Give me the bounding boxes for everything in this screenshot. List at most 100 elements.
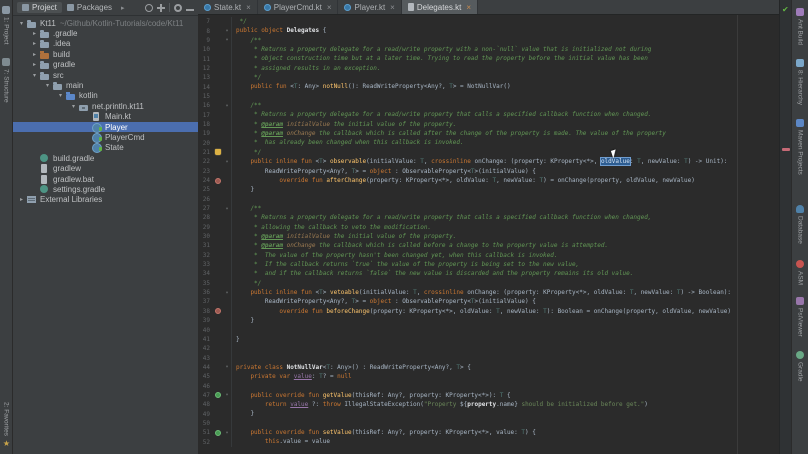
project-tree-item[interactable]: settings.gradle: [13, 184, 198, 194]
code-line[interactable]: 51▾ public override fun setValue(thisRef…: [198, 428, 779, 437]
project-tree-item[interactable]: State: [13, 143, 198, 153]
tool-window-button-asm[interactable]: ASM: [796, 258, 804, 287]
code-area[interactable]: 7 */8▾public object Delegates {9▾ /**10 …: [198, 15, 779, 454]
tree-collapsed-arrow-icon[interactable]: ▸: [30, 51, 39, 58]
tool-window-button-ant[interactable]: Ant Build: [796, 6, 804, 47]
project-tree-item[interactable]: ▸.gradle: [13, 28, 198, 38]
code-line[interactable]: 36▾ public inline fun <T> vetoable(initi…: [198, 288, 779, 297]
code-line[interactable]: 10 * Returns a property delegate for a r…: [198, 45, 779, 54]
tree-expanded-arrow-icon[interactable]: ▾: [30, 72, 39, 79]
sync-icon[interactable]: [145, 4, 153, 12]
project-tree-item[interactable]: ▾main: [13, 80, 198, 90]
code-line[interactable]: 23 ReadWriteProperty<Any?, T> = object :…: [198, 167, 779, 176]
code-line[interactable]: 18 * @param initialValue the initial val…: [198, 120, 779, 129]
more-views-chevron-icon[interactable]: ▸: [121, 4, 125, 12]
project-tree-item[interactable]: ▸External Libraries: [13, 195, 198, 205]
code-line[interactable]: 48 return value ?: throw IllegalStateExc…: [198, 400, 779, 409]
code-line[interactable]: 26: [198, 195, 779, 204]
editor-tab-player-kt[interactable]: Player.kt×: [338, 0, 401, 14]
fold-marker-icon[interactable]: ▾: [223, 288, 232, 297]
code-line[interactable]: 12 * assigned results in an exception.: [198, 64, 779, 73]
editor-tab-playercmd-kt[interactable]: PlayerCmd.kt×: [258, 0, 339, 14]
code-line[interactable]: 38 override fun beforeChange(property: K…: [198, 307, 779, 316]
close-tab-icon[interactable]: ×: [466, 3, 471, 12]
inspection-ok-icon[interactable]: ✔: [782, 5, 789, 14]
project-tree-item[interactable]: ▸.idea: [13, 39, 198, 49]
tree-expanded-arrow-icon[interactable]: ▾: [69, 103, 78, 110]
ovr-red-gutter-icon[interactable]: [212, 308, 223, 314]
tree-collapsed-arrow-icon[interactable]: ▸: [30, 61, 39, 68]
code-line[interactable]: 16▾ /**: [198, 101, 779, 110]
code-line[interactable]: 43: [198, 353, 779, 362]
project-tree-item[interactable]: ▾net.println.kt11: [13, 101, 198, 111]
code-line[interactable]: 46: [198, 381, 779, 390]
project-tree-item[interactable]: ▸build: [13, 49, 198, 59]
tool-window-button-gradle[interactable]: Gradle: [796, 349, 804, 384]
code-line[interactable]: 44▾private class NotNullVar<T: Any>() : …: [198, 363, 779, 372]
project-tree-item[interactable]: ▾kotlin: [13, 91, 198, 101]
project-tree-item[interactable]: ▸gradle: [13, 60, 198, 70]
project-tree-item[interactable]: ▾src: [13, 70, 198, 80]
code-line[interactable]: 9▾ /**: [198, 36, 779, 45]
packages-tab[interactable]: Packages: [62, 2, 117, 13]
fold-marker-icon[interactable]: ▾: [223, 428, 232, 437]
code-line[interactable]: 39 }: [198, 316, 779, 325]
fold-marker-icon[interactable]: ▾: [223, 363, 232, 372]
project-tab[interactable]: Project: [17, 2, 62, 13]
code-line[interactable]: 20 * has already been changed when this …: [198, 138, 779, 147]
code-line[interactable]: 22▾ public inline fun <T> observable(ini…: [198, 157, 779, 166]
project-tree-item[interactable]: PlayerCmd: [13, 132, 198, 142]
hide-panel-icon[interactable]: [186, 9, 194, 11]
fold-marker-icon[interactable]: ▾: [223, 26, 232, 35]
fold-marker-icon[interactable]: ▾: [223, 101, 232, 110]
bulb-gutter-icon[interactable]: [212, 149, 223, 155]
tree-collapsed-arrow-icon[interactable]: ▸: [17, 196, 26, 203]
close-tab-icon[interactable]: ×: [390, 3, 395, 12]
tool-window-button-psi[interactable]: PsiViewer: [796, 295, 804, 339]
code-line[interactable]: 11 * object construction time but at a l…: [198, 54, 779, 63]
selected-word[interactable]: oldValue: [601, 158, 630, 165]
code-line[interactable]: 32 * The value of the property hasn't be…: [198, 251, 779, 260]
fold-marker-icon[interactable]: ▾: [223, 36, 232, 45]
code-line[interactable]: 45 private var value: T? = null: [198, 372, 779, 381]
code-line[interactable]: 17 * Returns a property delegate for a r…: [198, 110, 779, 119]
close-tab-icon[interactable]: ×: [246, 3, 251, 12]
tree-expanded-arrow-icon[interactable]: ▾: [17, 20, 26, 27]
code-line[interactable]: 35 */: [198, 279, 779, 288]
code-line[interactable]: 27▾ /**: [198, 204, 779, 213]
tree-collapsed-arrow-icon[interactable]: ▸: [30, 40, 39, 47]
code-line[interactable]: 33 * If the callback returns `true` the …: [198, 260, 779, 269]
tree-expanded-arrow-icon[interactable]: ▾: [43, 82, 52, 89]
code-line[interactable]: 47▾ public override fun getValue(thisRef…: [198, 391, 779, 400]
tool-window-button-hierarchy[interactable]: 8: Hierarchy: [796, 57, 804, 107]
code-line[interactable]: 29 * allowing the callback to veto the m…: [198, 223, 779, 232]
project-tree-item[interactable]: gradlew: [13, 163, 198, 173]
tool-window-button-maven[interactable]: Maven Projects: [796, 117, 804, 177]
code-line[interactable]: 14 public fun <T: Any> notNull(): ReadWr…: [198, 82, 779, 91]
code-line[interactable]: 41}: [198, 335, 779, 344]
code-line[interactable]: 37 ReadWriteProperty<Any?, T> = object :…: [198, 297, 779, 306]
editor-tab-state-kt[interactable]: State.kt×: [198, 0, 258, 14]
code-line[interactable]: 19 * @param onChange the callback which …: [198, 129, 779, 138]
ovr-red-gutter-icon[interactable]: [212, 178, 223, 184]
ovr-green-gutter-icon[interactable]: [212, 430, 223, 436]
close-tab-icon[interactable]: ×: [327, 3, 332, 12]
project-tree-item[interactable]: gradlew.bat: [13, 174, 198, 184]
tree-expanded-arrow-icon[interactable]: ▾: [56, 92, 65, 99]
project-tree-item[interactable]: build.gradle: [13, 153, 198, 163]
tool-window-button-favorites[interactable]: 2: Favorites★: [2, 400, 10, 450]
stripe-selection-marker[interactable]: [782, 148, 790, 151]
ovr-green-gutter-icon[interactable]: [212, 392, 223, 398]
tool-window-button-project[interactable]: 1: Project: [2, 4, 10, 46]
code-line[interactable]: 50: [198, 419, 779, 428]
code-line[interactable]: 25 }: [198, 185, 779, 194]
code-line[interactable]: 31 * @param onChange the callback which …: [198, 241, 779, 250]
tool-window-button-database[interactable]: Database: [796, 203, 804, 246]
code-line[interactable]: 7 */: [198, 17, 779, 26]
locate-icon[interactable]: [157, 4, 165, 12]
code-line[interactable]: 8▾public object Delegates {: [198, 26, 779, 35]
code-line[interactable]: 15: [198, 92, 779, 101]
error-stripe[interactable]: ✔: [779, 0, 791, 454]
fold-marker-icon[interactable]: ▾: [223, 157, 232, 166]
project-tree-item[interactable]: Player: [13, 122, 198, 132]
